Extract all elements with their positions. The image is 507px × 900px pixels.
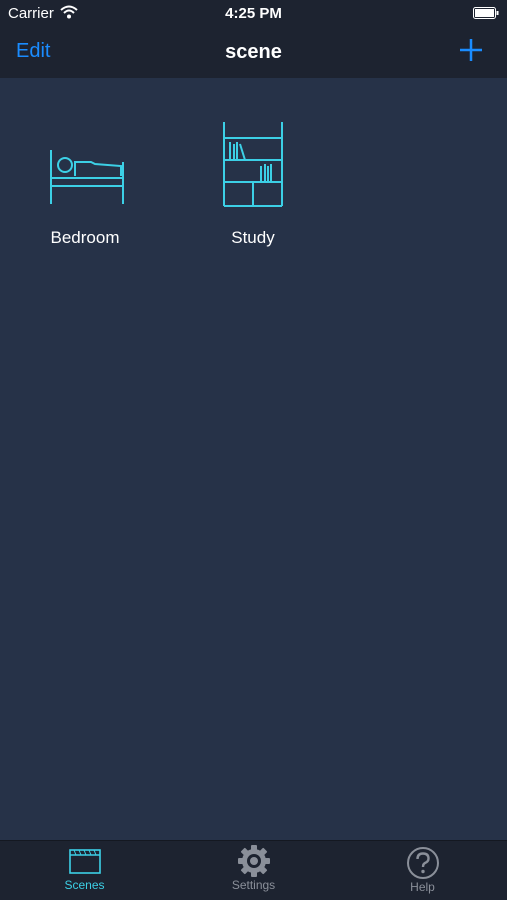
- plus-icon[interactable]: [459, 38, 483, 62]
- bookshelf-icon: [223, 122, 283, 207]
- scene-label: Study: [231, 228, 275, 247]
- tab-settings[interactable]: Settings: [169, 841, 338, 900]
- tab-label: Help: [410, 880, 435, 894]
- scenes-icon: [68, 849, 101, 874]
- help-icon: [406, 847, 439, 879]
- tab-scenes[interactable]: Scenes: [0, 841, 169, 900]
- page-title: scene: [225, 41, 282, 63]
- bed-icon: [50, 150, 124, 204]
- scene-item-study[interactable]: Study: [178, 120, 328, 248]
- battery-icon: [473, 7, 499, 19]
- tab-label: Settings: [231, 878, 276, 892]
- status-time: 4:25 PM: [225, 5, 282, 22]
- navigation-bar: Carrier 4:25 PM Edit scene: [0, 0, 507, 78]
- scene-label: Bedroom: [50, 228, 120, 247]
- tab-bar: Scenes Settings Help: [0, 840, 507, 900]
- tab-help[interactable]: Help: [338, 841, 507, 900]
- tab-label: Scenes: [64, 878, 105, 892]
- status-bar: Carrier 4:25 PM: [0, 0, 507, 28]
- scene-item-bedroom[interactable]: Bedroom: [10, 140, 160, 248]
- gear-icon: [237, 845, 270, 877]
